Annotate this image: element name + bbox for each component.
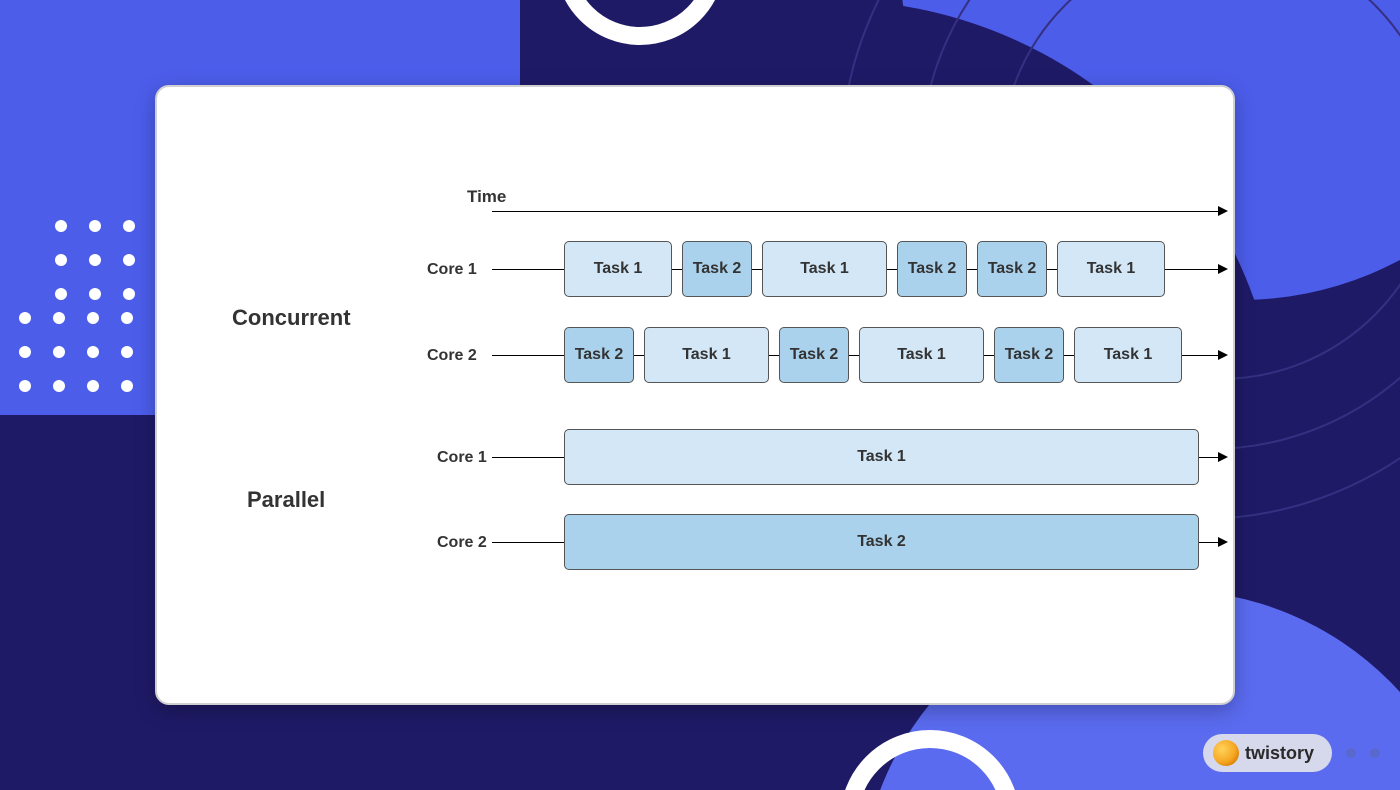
time-axis-label: Time	[467, 187, 506, 207]
brand-text: twistory	[1245, 743, 1314, 764]
task-block: Task 1	[859, 327, 984, 383]
task-block: Task 1	[644, 327, 769, 383]
arrow-icon	[1218, 350, 1228, 360]
parallel-core1-tasks: Task 1	[564, 429, 1199, 485]
parallel-label: Parallel	[247, 487, 325, 513]
task-block: Task 2	[682, 241, 752, 297]
task-block: Task 1	[1057, 241, 1165, 297]
task-block: Task 1	[1074, 327, 1182, 383]
task-block: Task 2	[564, 514, 1199, 570]
core-label: Core 2	[427, 347, 477, 365]
decorative-dot	[1370, 748, 1380, 758]
concurrent-core2-tasks: Task 2 Task 1 Task 2 Task 1 Task 2 Task …	[564, 327, 1182, 383]
concurrent-core1-tasks: Task 1 Task 2 Task 1 Task 2 Task 2 Task …	[564, 241, 1165, 297]
task-block: Task 2	[897, 241, 967, 297]
task-block: Task 2	[779, 327, 849, 383]
task-block: Task 2	[994, 327, 1064, 383]
task-block: Task 1	[762, 241, 887, 297]
parallel-core2-tasks: Task 2	[564, 514, 1199, 570]
time-axis-line	[492, 211, 1222, 212]
bg-dots	[55, 220, 135, 322]
task-block: Task 2	[977, 241, 1047, 297]
core-label: Core 2	[437, 534, 487, 552]
brand-logo-icon	[1213, 740, 1239, 766]
diagram-card: Time Concurrent Core 1 Task 1 Task 2 Tas…	[155, 85, 1235, 705]
task-block: Task 1	[564, 429, 1199, 485]
core-label: Core 1	[437, 449, 487, 467]
brand-pill: twistory	[1203, 734, 1332, 772]
bg-dots	[0, 312, 167, 414]
decorative-dot	[1346, 748, 1356, 758]
task-block: Task 2	[564, 327, 634, 383]
arrow-icon	[1218, 537, 1228, 547]
task-block: Task 1	[564, 241, 672, 297]
arrow-icon	[1218, 264, 1228, 274]
brand-badge: twistory	[1203, 734, 1380, 772]
arrow-icon	[1218, 452, 1228, 462]
concurrent-label: Concurrent	[232, 305, 351, 331]
arrow-icon	[1218, 206, 1228, 216]
core-label: Core 1	[427, 261, 477, 279]
